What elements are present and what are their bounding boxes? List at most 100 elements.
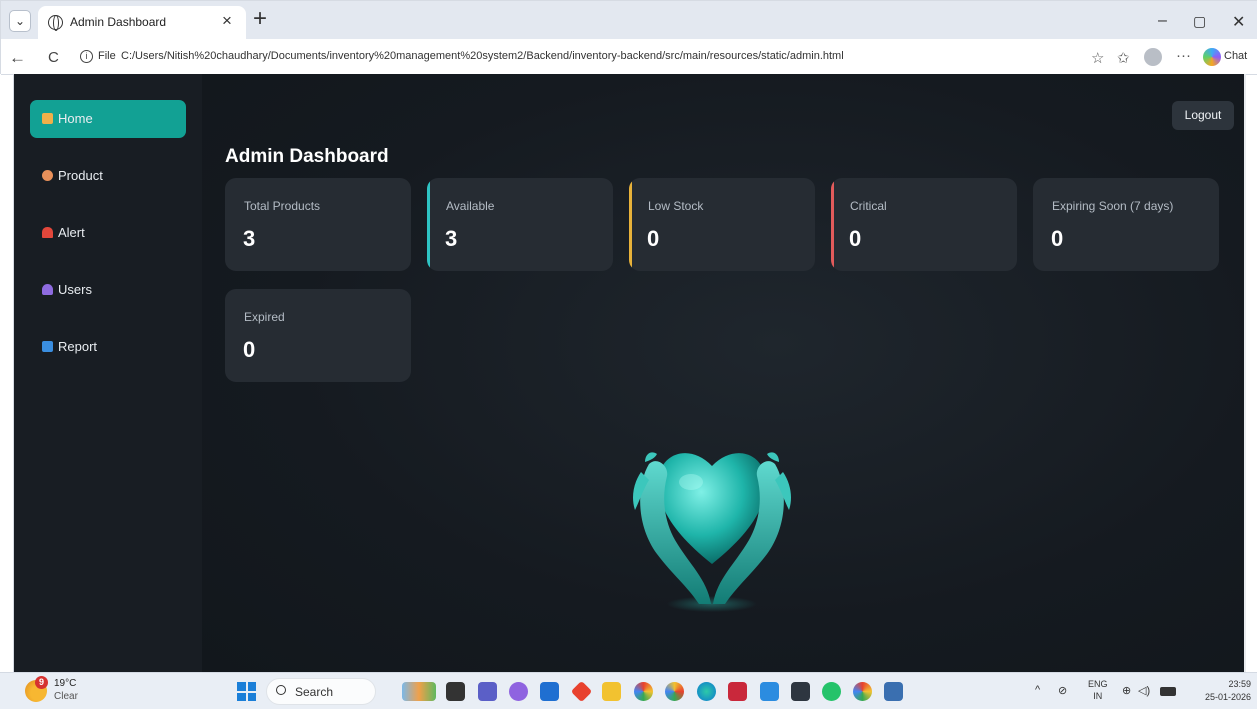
tab-actions-button[interactable]: ⌄ (9, 10, 31, 32)
sidebar-item-label: Users (58, 282, 92, 297)
page-viewport: Home Product Alert Users Report Logout A… (13, 74, 1246, 672)
network-icon[interactable]: ⊕ (1122, 684, 1131, 697)
sidebar-item-users[interactable]: Users (30, 271, 186, 309)
temperature[interactable]: 19°C (54, 678, 76, 689)
task-view-icon[interactable] (446, 682, 465, 701)
sidebar: Home Product Alert Users Report (14, 74, 202, 672)
siren-icon (42, 227, 53, 238)
user-icon (42, 284, 53, 295)
sidebar-item-home[interactable]: Home (30, 100, 186, 138)
close-tab-icon[interactable]: × (222, 11, 232, 31)
vscode-icon[interactable] (760, 682, 779, 701)
volume-icon[interactable]: ◁) (1138, 684, 1150, 697)
maximize-button[interactable]: ▢ (1193, 13, 1206, 30)
search-label: Search (295, 685, 334, 699)
stat-card-total-products: Total Products 3 (225, 178, 411, 271)
sidebar-item-label: Product (58, 168, 103, 183)
sidebar-item-report[interactable]: Report (30, 328, 186, 366)
stat-label: Available (446, 199, 495, 213)
stat-value: 0 (849, 226, 862, 251)
reload-icon[interactable]: C (48, 49, 59, 66)
news-widget-icon[interactable] (402, 682, 436, 701)
chrome-icon[interactable] (634, 682, 653, 701)
heart-hands-illustration (627, 414, 797, 614)
chat-label[interactable]: Chat (1224, 50, 1247, 62)
sidebar-item-label: Alert (58, 225, 85, 240)
minimize-button[interactable]: – (1158, 12, 1167, 30)
address-bar-row: ← C i File C:/Users/Nitish%20chaudhary/D… (1, 39, 1257, 75)
globe-icon (48, 15, 63, 31)
accent-bar (629, 178, 632, 271)
chevron-up-icon[interactable]: ^ (1035, 684, 1040, 696)
logout-button[interactable]: Logout (1172, 101, 1234, 130)
stat-value: 3 (243, 226, 256, 251)
image-app-icon[interactable] (884, 682, 903, 701)
favorite-star-icon[interactable]: ☆ (1091, 49, 1104, 67)
stat-label: Low Stock (648, 199, 704, 213)
new-tab-button[interactable]: + (253, 5, 267, 33)
file-explorer-icon[interactable] (602, 682, 621, 701)
stat-label: Expiring Soon (7 days) (1052, 199, 1174, 213)
sidebar-item-alert[interactable]: Alert (30, 214, 186, 252)
stat-value: 0 (647, 226, 660, 251)
tab-title: Admin Dashboard (70, 15, 167, 29)
scroll-up-icon[interactable]: ▲ (1245, 75, 1246, 84)
close-window-button[interactable]: ✕ (1232, 12, 1245, 32)
whatsapp-icon[interactable] (822, 682, 841, 701)
taskbar-search[interactable]: Search (266, 678, 376, 705)
vertical-scrollbar[interactable]: ▲ ▼ (1244, 74, 1246, 672)
sidebar-item-label: Report (58, 339, 98, 354)
page-title: Admin Dashboard (225, 146, 389, 167)
more-menu-icon[interactable]: ··· (1176, 47, 1191, 64)
scroll-down-icon[interactable]: ▼ (1245, 660, 1246, 669)
main-content: Logout Admin Dashboard Total Products 3 … (202, 74, 1246, 672)
sidebar-item-product[interactable]: Product (30, 157, 186, 195)
stat-card-expired: Expired 0 (225, 289, 411, 382)
stat-card-critical: Critical 0 (831, 178, 1017, 271)
weather-badge: 9 (35, 676, 48, 689)
accent-bar (831, 178, 834, 271)
chrome-app-icon[interactable] (853, 682, 872, 701)
copilot-icon[interactable] (1203, 48, 1221, 66)
diamond-app-icon[interactable] (570, 680, 593, 703)
system-clock[interactable]: 23:59 25-01-2026 (1205, 678, 1251, 704)
start-windows-icon[interactable] (237, 682, 256, 701)
battery-icon[interactable] (1160, 687, 1176, 696)
store-icon[interactable] (540, 682, 559, 701)
search-icon (276, 685, 286, 695)
windows-taskbar: 9 19°C Clear Search ^ ⊘ ENG IN ⊕ ◁) 23:5… (0, 672, 1257, 709)
back-arrow-icon[interactable]: ← (9, 48, 26, 68)
tab-strip: ⌄ Admin Dashboard × + – ▢ ✕ (1, 1, 1257, 39)
mcafee-icon[interactable] (728, 682, 747, 701)
copilot-app-icon[interactable] (509, 682, 528, 701)
browser-tab[interactable]: Admin Dashboard × (38, 6, 246, 39)
info-icon[interactable]: i (80, 50, 93, 63)
notifications-off-icon[interactable]: ⊘ (1058, 684, 1067, 697)
house-icon (42, 113, 53, 124)
stat-label: Total Products (244, 199, 321, 213)
language-indicator[interactable]: ENG IN (1088, 678, 1108, 702)
file-label: File (98, 50, 116, 62)
profile-avatar[interactable] (1144, 48, 1162, 66)
clock-time: 23:59 (1228, 679, 1252, 689)
stat-label: Expired (244, 310, 285, 324)
edge-icon[interactable] (697, 682, 716, 701)
stat-card-expiring-soon: Expiring Soon (7 days) 0 (1033, 178, 1219, 271)
browser-chrome: ⌄ Admin Dashboard × + – ▢ ✕ ← C i File C… (0, 0, 1257, 75)
url-text[interactable]: C:/Users/Nitish%20chaudhary/Documents/in… (121, 50, 844, 62)
chrome-profile-icon[interactable] (665, 682, 684, 701)
stat-label: Critical (850, 199, 887, 213)
stat-card-low-stock: Low Stock 0 (629, 178, 815, 271)
favorites-list-icon[interactable]: ✩ (1117, 49, 1130, 67)
stat-value: 0 (243, 337, 256, 362)
accent-bar (427, 178, 430, 271)
sidebar-item-label: Home (58, 111, 93, 126)
box-icon (42, 170, 53, 181)
stat-card-available: Available 3 (427, 178, 613, 271)
region-code: IN (1093, 691, 1103, 701)
teams-icon[interactable] (478, 682, 497, 701)
address-bar[interactable]: i File C:/Users/Nitish%20chaudhary/Docum… (74, 43, 1114, 71)
language-code: ENG (1088, 679, 1108, 689)
bar-chart-icon (42, 341, 53, 352)
terminal-icon[interactable] (791, 682, 810, 701)
